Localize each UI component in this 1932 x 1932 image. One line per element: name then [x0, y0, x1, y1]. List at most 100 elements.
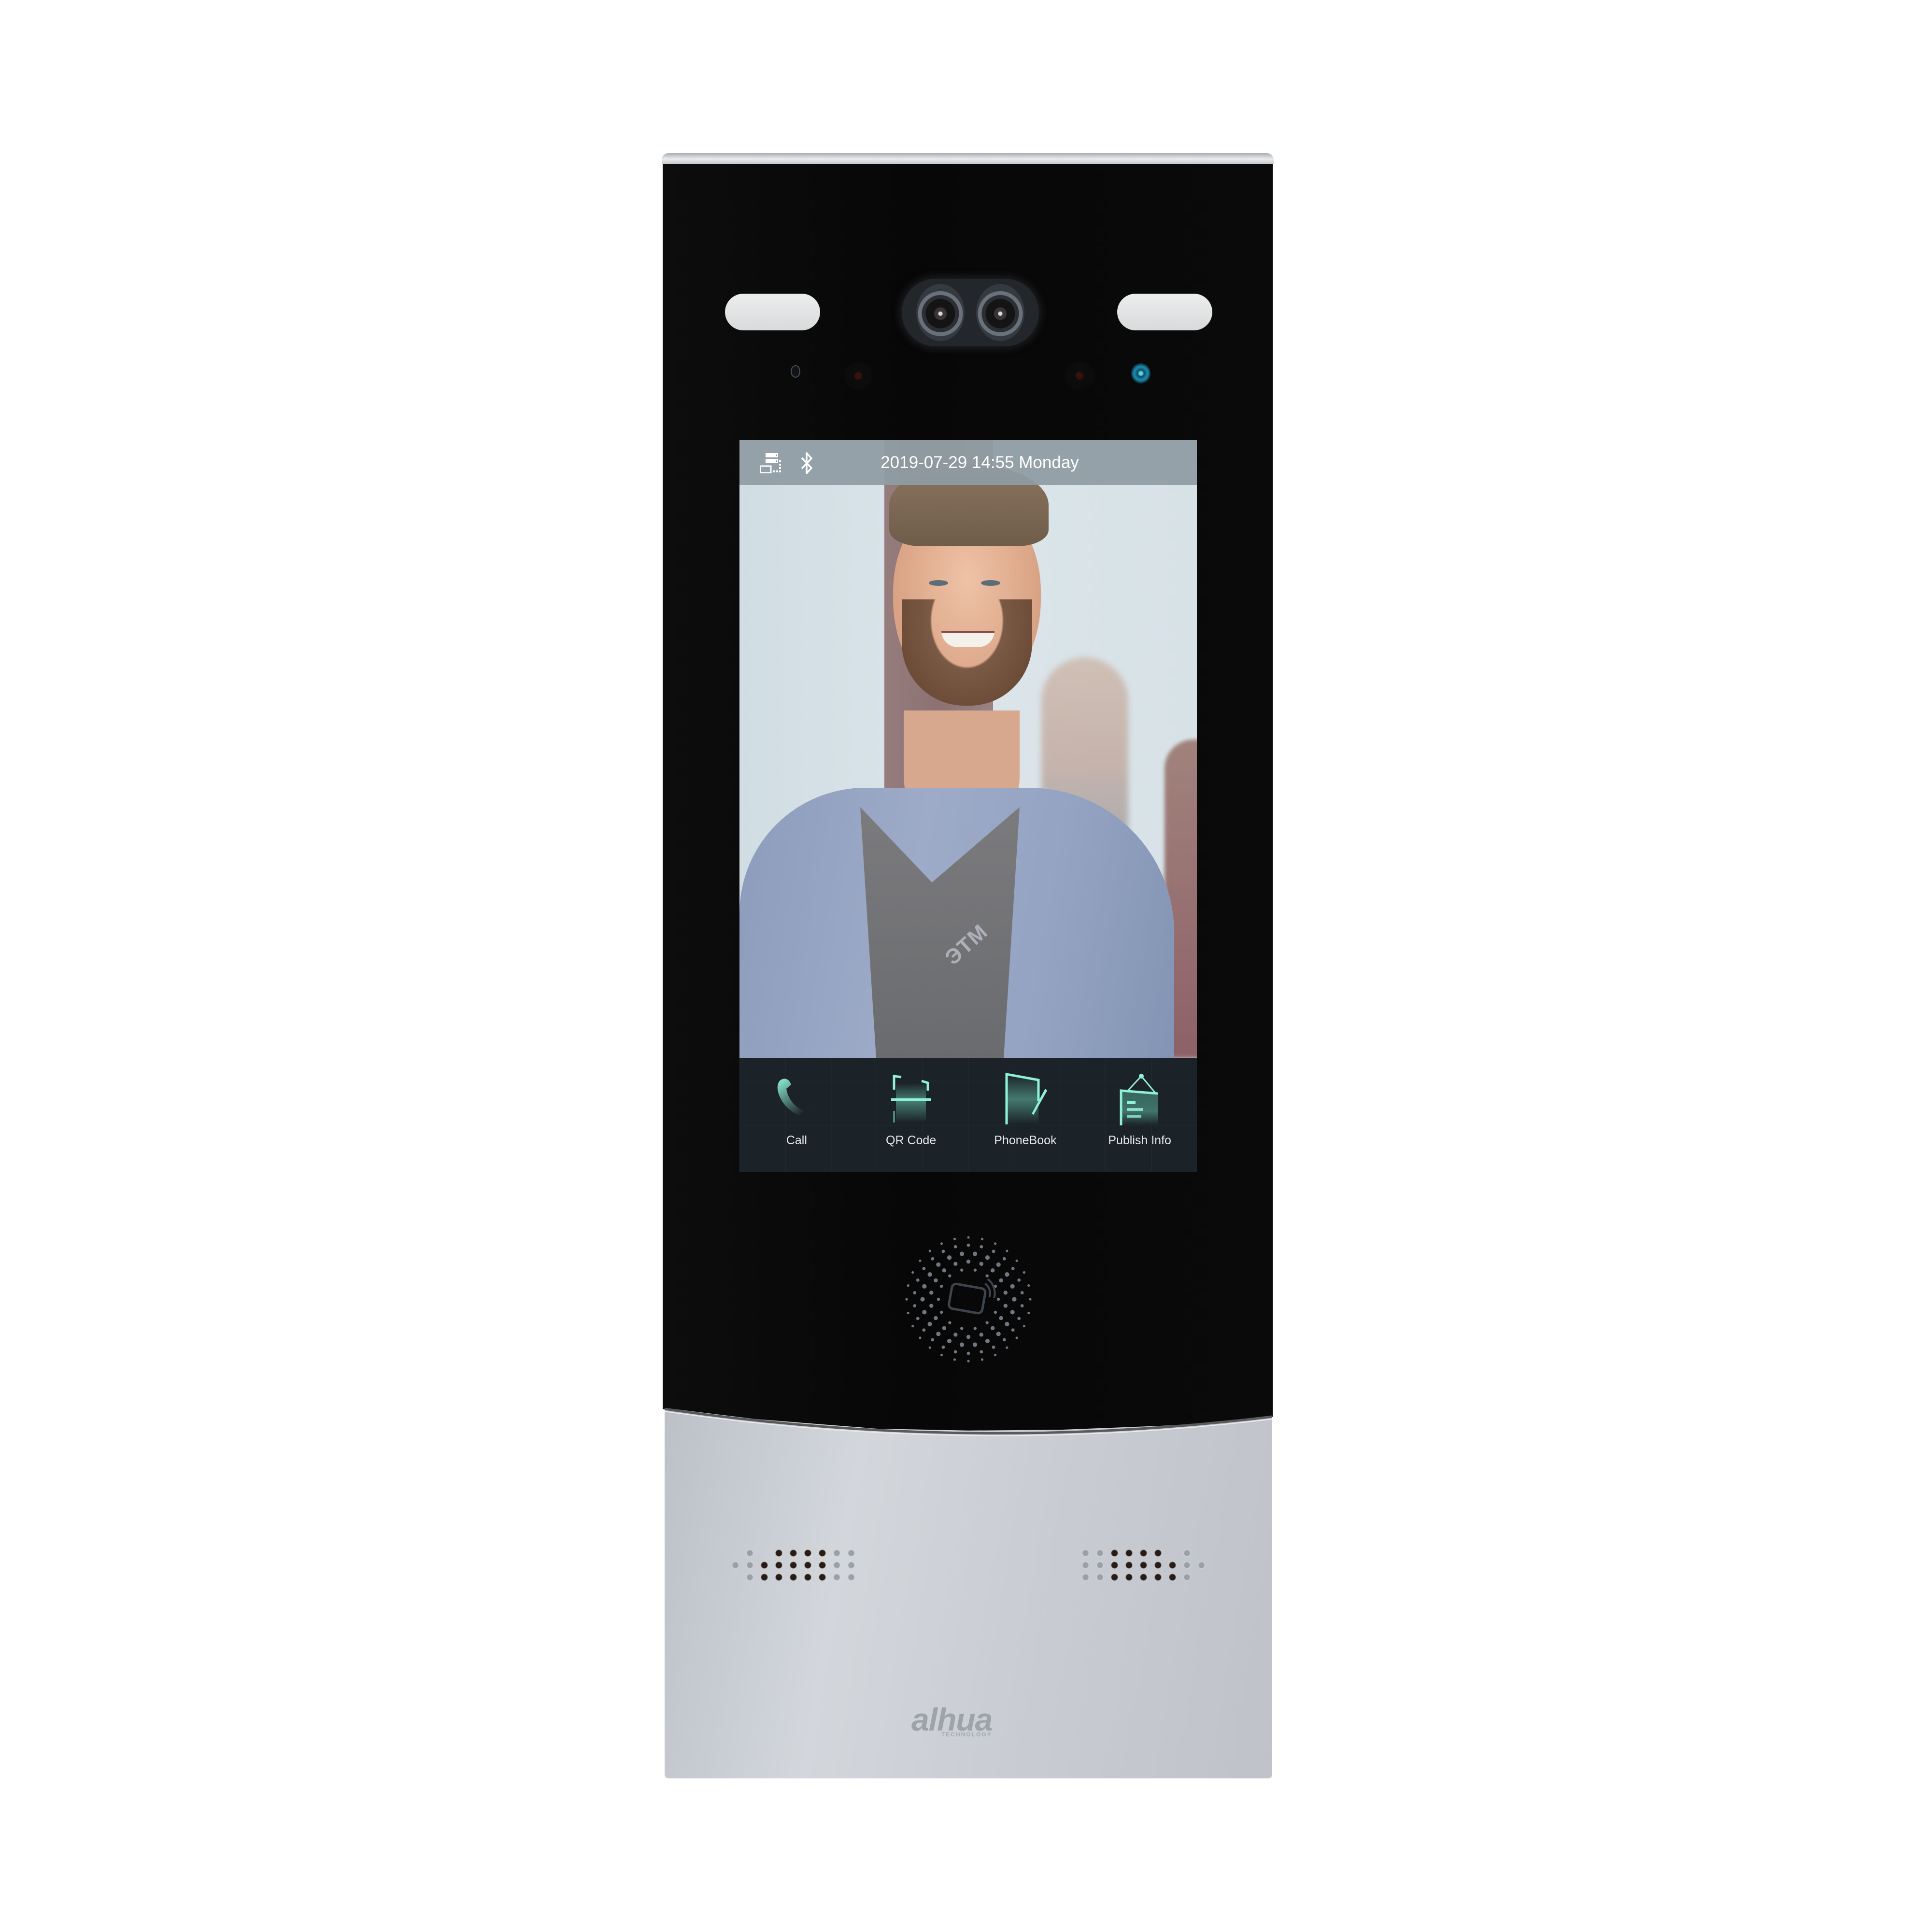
grille-hole — [1082, 1562, 1089, 1569]
grille-hole — [1154, 1562, 1162, 1569]
speaker-dot — [1002, 1338, 1006, 1342]
speaker-dot — [1020, 1304, 1024, 1307]
speaker-dot — [973, 1327, 977, 1330]
speaker-dot — [1020, 1291, 1024, 1294]
grille-hole — [790, 1562, 797, 1569]
speaker-dot — [959, 1342, 965, 1347]
speaker-dot — [931, 1338, 935, 1342]
grille-hole — [848, 1574, 855, 1581]
bottom-menu-bar: Call QR Code PhoneBook Publish Info — [739, 1058, 1197, 1172]
touch-screen[interactable]: ЭТМ 2019-07-29 14:55 Monday Call QR Code… — [739, 440, 1197, 1172]
speaker-dot — [931, 1257, 935, 1261]
ir-sensor-right-icon — [1065, 361, 1094, 390]
grille-hole — [1111, 1574, 1118, 1581]
grille-hole — [833, 1549, 840, 1557]
speaker-dot — [907, 1284, 909, 1287]
speaker-dot — [953, 1358, 956, 1361]
grille-hole — [804, 1549, 811, 1557]
grille-hole — [1111, 1549, 1118, 1557]
top-metal-trim — [662, 153, 1274, 164]
dual-camera-module — [902, 279, 1039, 346]
speaker-dot — [1017, 1278, 1021, 1282]
speaker-dot-ring — [905, 1236, 1032, 1363]
grille-hole — [761, 1562, 768, 1569]
speaker-dot — [947, 1255, 952, 1260]
qr-scan-icon — [891, 1075, 931, 1122]
card-reader-area[interactable] — [901, 1232, 1036, 1367]
speaker-dot — [940, 1242, 943, 1245]
speaker-dot — [922, 1266, 926, 1270]
speaker-dot — [994, 1310, 997, 1314]
grille-hole — [790, 1549, 797, 1557]
speaker-dot — [929, 1291, 934, 1295]
grille-hole — [1111, 1562, 1118, 1569]
speaker-dot — [992, 1250, 995, 1253]
speaker-dot — [953, 1237, 956, 1240]
speaker-dot — [1006, 1346, 1009, 1349]
date-time: 2019-07-29 14:55 Monday — [881, 453, 1079, 472]
speaker-dot — [919, 1336, 922, 1339]
feed-subject-eye — [929, 580, 948, 586]
speaker-dot — [979, 1262, 983, 1266]
speaker-dot — [953, 1245, 957, 1249]
grille-hole — [833, 1562, 840, 1569]
tab-label: PhoneBook — [994, 1134, 1057, 1147]
status-led-icon — [1131, 363, 1151, 384]
speaker-dot — [1005, 1272, 1009, 1277]
speaker-dot — [911, 1324, 914, 1328]
speaker-dot — [1011, 1266, 1015, 1270]
brand-logo: alhua TECHNOLOGY — [911, 1701, 1032, 1740]
speaker-dot — [985, 1255, 990, 1260]
tab-qr-code[interactable]: QR Code — [854, 1058, 968, 1172]
tab-phonebook[interactable]: PhoneBook — [968, 1058, 1083, 1172]
grille-hole — [819, 1574, 826, 1581]
speaker-dot — [939, 1310, 943, 1314]
speaker-dot — [966, 1259, 971, 1264]
grille-hole — [775, 1562, 782, 1569]
speaker-dot — [1017, 1317, 1021, 1321]
tab-call[interactable]: Call — [739, 1058, 854, 1172]
speaker-dot — [942, 1268, 947, 1273]
speaker-dot — [922, 1328, 926, 1332]
speaker-dot — [996, 1332, 1001, 1336]
speaker-dot — [980, 1237, 984, 1240]
speaker-dot — [928, 1346, 931, 1349]
speaker-dot — [979, 1333, 983, 1337]
speaker-dot — [966, 1335, 971, 1339]
grille-hole — [1125, 1549, 1133, 1557]
speaker-dot — [1003, 1304, 1008, 1308]
phonebook-icon — [1005, 1073, 1047, 1124]
speaker-dot — [980, 1358, 984, 1361]
grille-hole — [1096, 1562, 1104, 1569]
camera-feed-image: ЭТМ — [739, 440, 1197, 1058]
speaker-dot — [966, 1351, 970, 1355]
grille-hole — [833, 1574, 840, 1581]
speaker-dot — [966, 1243, 970, 1247]
speaker-dot — [940, 1353, 943, 1356]
speaker-dot — [941, 1250, 945, 1253]
speaker-dot — [934, 1316, 938, 1321]
grille-hole — [1125, 1562, 1133, 1569]
speaker-dot — [994, 1242, 997, 1245]
grille-hole — [1198, 1562, 1205, 1569]
grille-hole — [1082, 1549, 1089, 1557]
speaker-dot — [953, 1350, 957, 1354]
grille-hole — [1154, 1574, 1162, 1581]
speaker-dot — [985, 1338, 990, 1344]
grille-hole — [1169, 1574, 1176, 1581]
speaker-dot — [929, 1304, 934, 1308]
card-reader-icon — [948, 1278, 996, 1315]
grille-hole — [819, 1562, 826, 1569]
speaker-dot — [907, 1311, 909, 1315]
grille-hole — [848, 1562, 855, 1569]
grille-hole — [746, 1562, 753, 1569]
speaker-dot — [973, 1268, 977, 1272]
grille-hole — [1140, 1562, 1147, 1569]
speaker-dot — [1010, 1310, 1015, 1315]
speaker-dot — [922, 1310, 927, 1315]
speaker-dot — [939, 1284, 943, 1288]
status-bar: 2019-07-29 14:55 Monday — [739, 440, 1197, 485]
tab-publish-info[interactable]: Publish Info — [1082, 1058, 1197, 1172]
panel-seam — [665, 1408, 1272, 1436]
tab-label: Call — [786, 1134, 807, 1147]
